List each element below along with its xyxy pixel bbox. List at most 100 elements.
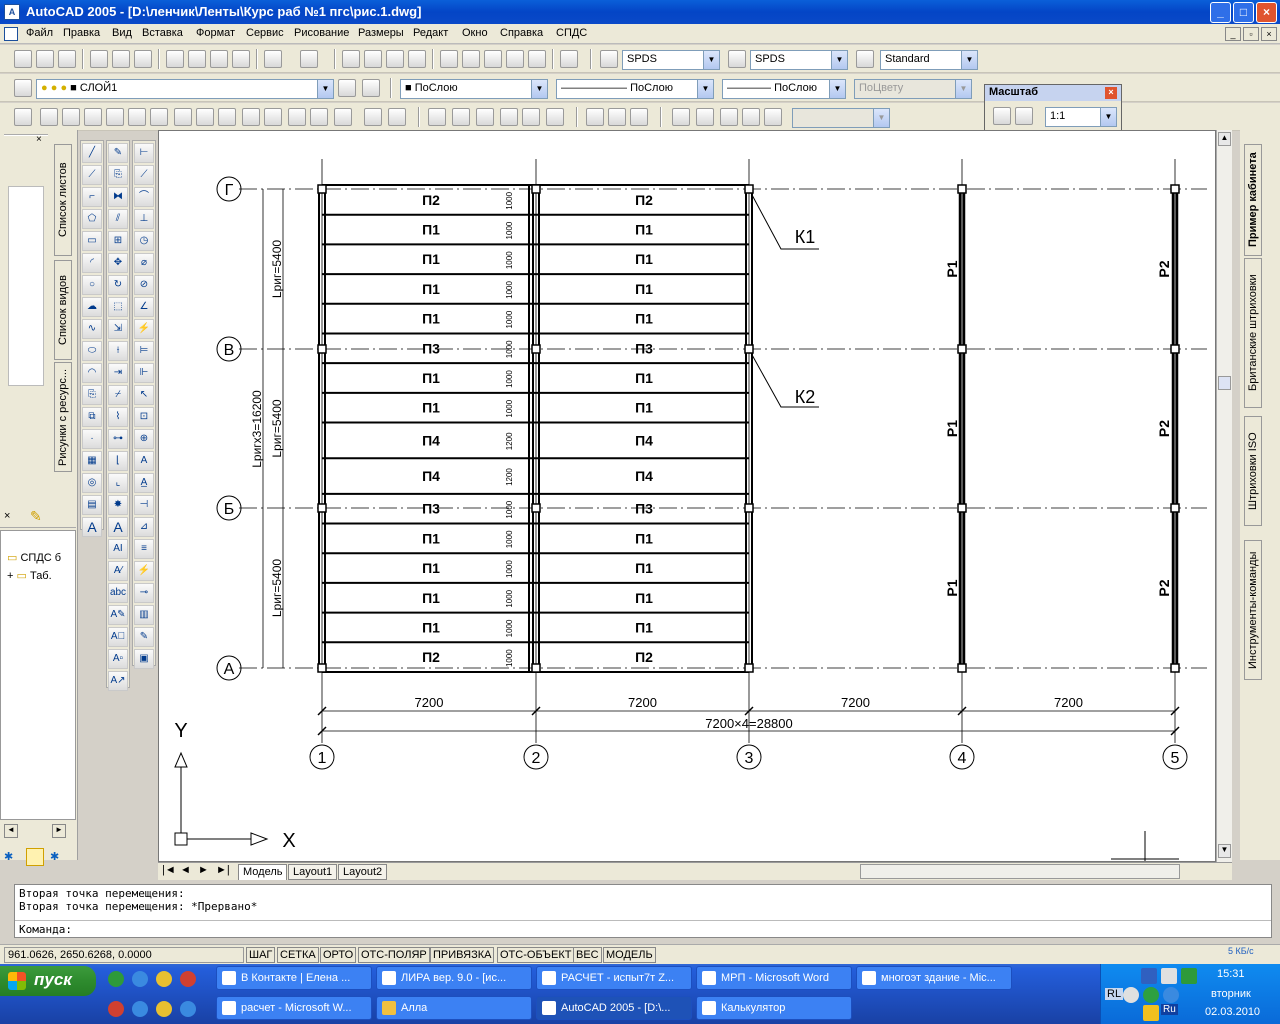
scroll-thumb[interactable] bbox=[1218, 376, 1231, 390]
section-mark-icon[interactable]: ≡ bbox=[134, 539, 154, 559]
ucs-icon[interactable] bbox=[428, 108, 446, 126]
tab-cabinet-example[interactable]: Пример кабинета bbox=[1244, 144, 1262, 256]
single-viewport-icon[interactable] bbox=[696, 108, 714, 126]
spds-note-icon[interactable]: ✎ bbox=[134, 627, 154, 647]
clock-time[interactable]: 15:31 bbox=[1217, 968, 1245, 980]
tray-icon-3[interactable] bbox=[1181, 968, 1197, 984]
dim-style-select[interactable]: SPDS ▼ bbox=[750, 50, 848, 70]
osnap-settings-icon[interactable] bbox=[388, 108, 406, 126]
arc-icon[interactable]: ◜ bbox=[82, 253, 102, 273]
extend-icon[interactable]: ⇥ bbox=[108, 363, 128, 383]
tab-layout2[interactable]: Layout2 bbox=[338, 864, 388, 880]
task-mrp-word[interactable]: МРП - Microsoft Word bbox=[696, 966, 852, 990]
tree-item-table[interactable]: + ▭ Таб. bbox=[7, 569, 52, 582]
last-tab-icon[interactable]: ►| bbox=[216, 864, 230, 876]
palette-icon-3[interactable]: ✱ bbox=[50, 850, 66, 866]
snap-parallel-icon[interactable] bbox=[264, 108, 282, 126]
snap-insert-icon[interactable] bbox=[288, 108, 306, 126]
mass-properties-icon[interactable] bbox=[630, 108, 648, 126]
text-style-tool-icon[interactable]: A⁄ bbox=[108, 561, 128, 581]
chamfer-icon[interactable]: ⌊ bbox=[108, 451, 128, 471]
diameter-dim-icon[interactable]: ⊘ bbox=[134, 275, 154, 295]
break-point-icon[interactable]: ⌿ bbox=[108, 385, 128, 405]
cut-icon[interactable] bbox=[166, 50, 184, 68]
scale-select[interactable]: 1:1 ▼ bbox=[1045, 107, 1117, 127]
dock-close-icon[interactable]: × bbox=[36, 134, 42, 145]
menu-spds[interactable]: СПДС bbox=[556, 27, 587, 39]
snap-extension-icon[interactable] bbox=[150, 108, 168, 126]
snap-from-icon[interactable] bbox=[40, 108, 58, 126]
break-line-icon[interactable]: ⚡ bbox=[134, 561, 154, 581]
language-ru[interactable]: Ru bbox=[1161, 1004, 1178, 1015]
menu-window[interactable]: Окно bbox=[462, 27, 488, 39]
tray-icon-2[interactable] bbox=[1161, 968, 1177, 984]
minimize-button[interactable]: _ bbox=[1210, 2, 1231, 23]
first-tab-icon[interactable]: |◄ bbox=[162, 864, 176, 876]
menu-edit[interactable]: Правка bbox=[63, 27, 100, 39]
ie-icon[interactable] bbox=[132, 1001, 148, 1017]
ortho-button[interactable]: ОРТО bbox=[320, 947, 357, 963]
redo-icon[interactable] bbox=[300, 50, 318, 68]
copy-object-icon[interactable]: ⎘ bbox=[108, 165, 128, 185]
make-block-icon[interactable]: ⧉ bbox=[82, 407, 102, 427]
command-line-input[interactable]: Команда: bbox=[15, 920, 1271, 937]
tab-command-tools[interactable]: Инструменты-команды bbox=[1244, 540, 1262, 680]
text-convert-icon[interactable]: A↗ bbox=[108, 671, 128, 691]
ellipse-icon[interactable]: ⬭ bbox=[82, 341, 102, 361]
sheet-set-icon[interactable] bbox=[506, 50, 524, 68]
snap-center-icon[interactable] bbox=[174, 108, 192, 126]
insert-block-icon[interactable]: ⎘ bbox=[82, 385, 102, 405]
task-mnogoet-word[interactable]: многоэт здание - Mic... bbox=[856, 966, 1012, 990]
polyline-icon[interactable]: ⌐ bbox=[82, 187, 102, 207]
menu-help[interactable]: Справка bbox=[500, 27, 543, 39]
palette-icon-2[interactable] bbox=[26, 848, 44, 866]
leader-icon[interactable]: ↖ bbox=[134, 385, 154, 405]
dim-update-icon[interactable]: ⊣ bbox=[134, 495, 154, 515]
hatch-icon[interactable]: ▦ bbox=[82, 451, 102, 471]
scale-reset-icon[interactable] bbox=[1015, 107, 1033, 125]
copy-icon[interactable] bbox=[188, 50, 206, 68]
scroll-down-icon[interactable]: ▼ bbox=[1218, 844, 1231, 858]
tool-palettes-icon[interactable] bbox=[484, 50, 502, 68]
ucs-object-icon[interactable] bbox=[522, 108, 540, 126]
menu-modify[interactable]: Редакт bbox=[413, 27, 448, 39]
make-current-layer-icon[interactable] bbox=[338, 79, 356, 97]
task-alla[interactable]: Алла bbox=[376, 996, 532, 1020]
spds-table-icon[interactable]: ▥ bbox=[134, 605, 154, 625]
start-button[interactable]: пуск bbox=[0, 966, 96, 996]
menu-tools[interactable]: Сервис bbox=[246, 27, 284, 39]
text-justify-icon[interactable]: A▫ bbox=[108, 649, 128, 669]
tray-icon-4[interactable] bbox=[1143, 987, 1159, 1003]
next-tab-icon[interactable]: ► bbox=[198, 864, 209, 876]
paste-icon[interactable] bbox=[210, 50, 228, 68]
ucs-view-icon[interactable] bbox=[546, 108, 564, 126]
quicklaunch-icon-5[interactable] bbox=[108, 1001, 124, 1017]
markup-icon[interactable] bbox=[528, 50, 546, 68]
viewport-scale-icon[interactable] bbox=[764, 108, 782, 126]
undo-icon[interactable] bbox=[264, 50, 282, 68]
publish-icon[interactable] bbox=[134, 50, 152, 68]
pan-icon[interactable] bbox=[342, 50, 360, 68]
preview-icon[interactable] bbox=[112, 50, 130, 68]
snap-button[interactable]: ШАГ bbox=[246, 947, 276, 963]
tab-layout1[interactable]: Layout1 bbox=[288, 864, 338, 880]
text-scale-icon[interactable]: A⃞ bbox=[108, 627, 128, 647]
maximize-button[interactable]: □ bbox=[1233, 2, 1254, 23]
sheet-list-panel[interactable] bbox=[8, 186, 44, 386]
quicklaunch-icon-1[interactable] bbox=[108, 971, 124, 987]
table-style-select[interactable]: Standard ▼ bbox=[880, 50, 978, 70]
level-mark-icon[interactable]: ⊿ bbox=[134, 517, 154, 537]
linear-dim-icon[interactable]: ⊢ bbox=[134, 143, 154, 163]
find-text-icon[interactable]: abc bbox=[108, 583, 128, 603]
task-vkontakte[interactable]: В Контакте | Елена ... bbox=[216, 966, 372, 990]
task-lira[interactable]: ЛИРА вер. 9.0 - [ис... bbox=[376, 966, 532, 990]
text-edit-icon[interactable]: A✎ bbox=[108, 605, 128, 625]
dim-style-icon[interactable] bbox=[728, 50, 746, 68]
break-icon[interactable]: ⌇ bbox=[108, 407, 128, 427]
layer-previous-icon[interactable] bbox=[362, 79, 380, 97]
color-select[interactable]: ■ ПоСлою ▼ bbox=[400, 79, 548, 99]
menu-view[interactable]: Вид bbox=[112, 27, 132, 39]
tray-back-icon[interactable] bbox=[1123, 987, 1139, 1003]
task-raschet-word[interactable]: расчет - Microsoft W... bbox=[216, 996, 372, 1020]
table-icon[interactable]: ▤ bbox=[82, 495, 102, 515]
